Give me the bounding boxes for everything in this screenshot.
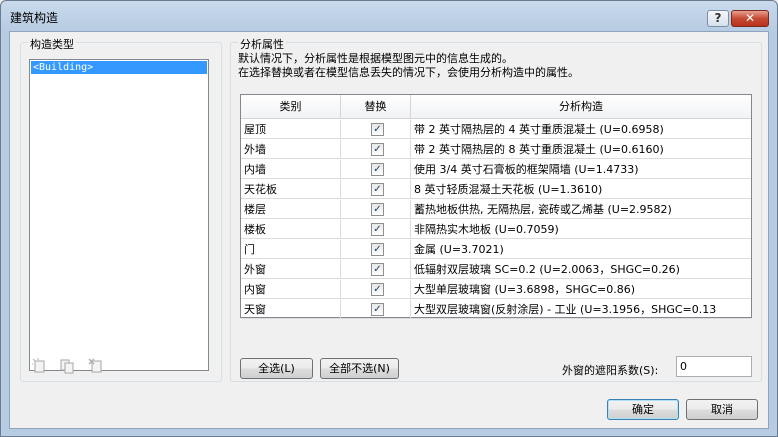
cell-override: ✓	[341, 120, 411, 139]
override-checkbox[interactable]: ✓	[371, 163, 384, 176]
cell-override: ✓	[341, 280, 411, 299]
dialog-body: 构造类型 <Building> 分析属性 默认情况下，分析属性是根据模型图元中的…	[9, 31, 769, 429]
construction-types-label: 构造类型	[28, 36, 76, 52]
cell-override: ✓	[341, 140, 411, 159]
cell-category: 屋顶	[241, 120, 341, 139]
cell-construction[interactable]: 大型单层玻璃窗 (U=3.6898，SHGC=0.86)	[411, 280, 751, 299]
cell-construction[interactable]: 带 2 英寸隔热层的 8 英寸重质混凝土 (U=0.6160)	[411, 140, 751, 159]
ok-button[interactable]: 确定	[607, 399, 679, 420]
override-checkbox[interactable]: ✓	[371, 303, 384, 316]
cell-override: ✓	[341, 200, 411, 219]
override-checkbox[interactable]: ✓	[371, 223, 384, 236]
table-row[interactable]: 天花板 ✓ 8 英寸轻质混凝土天花板 (U=1.3610)	[241, 180, 751, 199]
cell-category: 外墙	[241, 140, 341, 159]
cell-category: 内窗	[241, 280, 341, 299]
cell-category: 天花板	[241, 180, 341, 199]
override-checkbox[interactable]: ✓	[371, 123, 384, 136]
cell-override: ✓	[341, 180, 411, 199]
cell-construction[interactable]: 金属 (U=3.7021)	[411, 240, 751, 259]
override-checkbox[interactable]: ✓	[371, 263, 384, 276]
override-checkbox[interactable]: ✓	[371, 203, 384, 216]
new-icon[interactable]	[32, 358, 48, 374]
cell-category: 内墙	[241, 160, 341, 179]
cell-category: 天窗	[241, 300, 341, 319]
cell-construction[interactable]: 低辐射双层玻璃 SC=0.2 (U=2.0063，SHGC=0.26)	[411, 260, 751, 279]
list-item-building[interactable]: <Building>	[31, 61, 207, 74]
table-row[interactable]: 楼板 ✓ 非隔热实木地板 (U=0.7059)	[241, 220, 751, 239]
shading-coefficient-label: 外窗的遮阳系数(S):	[562, 364, 659, 377]
cell-category: 楼板	[241, 220, 341, 239]
cell-category: 门	[241, 240, 341, 259]
table-row[interactable]: 外窗 ✓ 低辐射双层玻璃 SC=0.2 (U=2.0063，SHGC=0.26)	[241, 260, 751, 279]
cell-category: 楼层	[241, 200, 341, 219]
construction-dialog: 建筑构造 ? ✕ 构造类型 <Building> 分析属性 默认情况下，分析属性…	[0, 0, 778, 437]
description-line-2: 在选择替换或者在模型信息丢失的情况下，会使用分析构造中的属性。	[238, 66, 579, 79]
cell-construction[interactable]: 带 2 英寸隔热层的 4 英寸重质混凝土 (U=0.6958)	[411, 120, 751, 139]
cell-construction[interactable]: 蓄热地板供热, 无隔热层, 瓷砖或乙烯基 (U=2.9582)	[411, 200, 751, 219]
deselect-all-button[interactable]: 全部不选(N)	[320, 358, 399, 379]
header-construction[interactable]: 分析构造	[411, 95, 751, 119]
table-row[interactable]: 外墙 ✓ 带 2 英寸隔热层的 8 英寸重质混凝土 (U=0.6160)	[241, 140, 751, 159]
cell-construction[interactable]: 使用 3/4 英寸石膏板的框架隔墙 (U=1.4733)	[411, 160, 751, 179]
table-row[interactable]: 楼层 ✓ 蓄热地板供热, 无隔热层, 瓷砖或乙烯基 (U=2.9582)	[241, 200, 751, 219]
cell-override: ✓	[341, 160, 411, 179]
cell-override: ✓	[341, 220, 411, 239]
table-header: 类别 替换 分析构造	[241, 95, 751, 119]
cell-category: 外窗	[241, 260, 341, 279]
analytical-construction-table: 类别 替换 分析构造 屋顶 ✓ 带 2 英寸隔热层的 4 英寸重质混凝土 (U=0.…	[240, 94, 752, 319]
header-override[interactable]: 替换	[341, 95, 411, 119]
help-button[interactable]: ?	[707, 10, 729, 27]
table-row[interactable]: 天窗 ✓ 大型双层玻璃窗(反射涂层) - 工业 (U=3.1956，SHGC=0.1…	[241, 300, 751, 319]
delete-icon[interactable]	[88, 358, 104, 374]
header-category[interactable]: 类别	[241, 95, 341, 119]
override-checkbox[interactable]: ✓	[371, 143, 384, 156]
cell-construction[interactable]: 大型双层玻璃窗(反射涂层) - 工业 (U=3.1956，SHGC=0.13	[411, 300, 751, 319]
cell-override: ✓	[341, 300, 411, 319]
shading-coefficient-input[interactable]: 0	[676, 356, 752, 377]
table-row[interactable]: 内墙 ✓ 使用 3/4 英寸石膏板的框架隔墙 (U=1.4733)	[241, 160, 751, 179]
construction-types-list[interactable]: <Building>	[29, 59, 209, 371]
table-row[interactable]: 门 ✓ 金属 (U=3.7021)	[241, 240, 751, 259]
select-all-button[interactable]: 全选(L)	[240, 358, 313, 379]
close-button[interactable]: ✕	[731, 10, 769, 27]
cell-override: ✓	[341, 260, 411, 279]
cancel-button[interactable]: 取消	[686, 399, 758, 420]
cell-construction[interactable]: 8 英寸轻质混凝土天花板 (U=1.3610)	[411, 180, 751, 199]
duplicate-icon[interactable]	[59, 358, 75, 374]
override-checkbox[interactable]: ✓	[371, 243, 384, 256]
cell-override: ✓	[341, 240, 411, 259]
table-row[interactable]: 内窗 ✓ 大型单层玻璃窗 (U=3.6898，SHGC=0.86)	[241, 280, 751, 299]
override-checkbox[interactable]: ✓	[371, 183, 384, 196]
title-bar[interactable]: 建筑构造 ? ✕	[1, 1, 777, 31]
table-row[interactable]: 屋顶 ✓ 带 2 英寸隔热层的 4 英寸重质混凝土 (U=0.6958)	[241, 120, 751, 139]
cell-construction[interactable]: 非隔热实木地板 (U=0.7059)	[411, 220, 751, 239]
dialog-title: 建筑构造	[10, 11, 59, 25]
override-checkbox[interactable]: ✓	[371, 283, 384, 296]
